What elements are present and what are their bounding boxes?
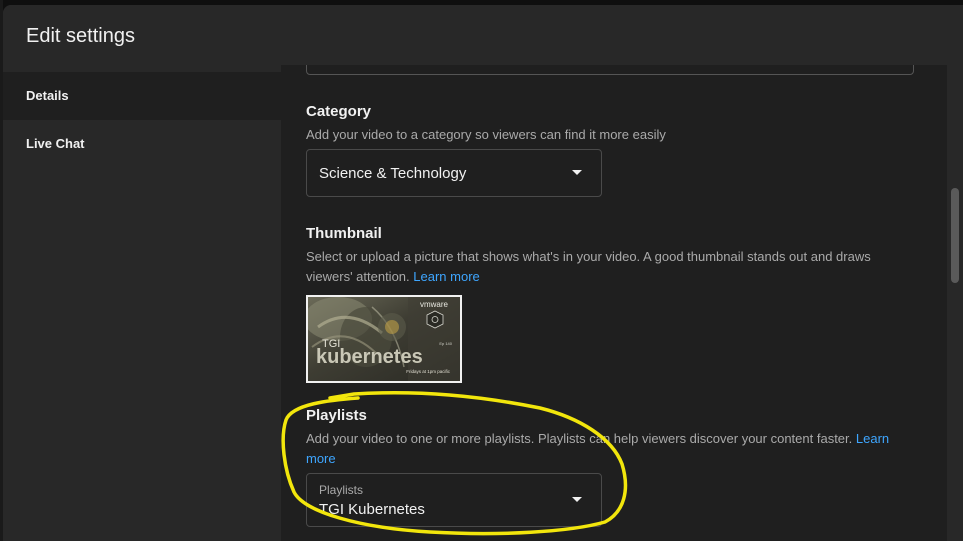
playlists-selected-value: TGI Kubernetes (319, 501, 425, 518)
category-select[interactable]: Science & Technology (306, 149, 602, 197)
scrollbar-thumb[interactable] (951, 188, 959, 283)
edit-settings-dialog: Edit settings Details Live Chat Category… (3, 5, 963, 541)
dialog-header: Edit settings (3, 5, 963, 65)
thumbnail-learn-more-link[interactable]: Learn more (413, 269, 479, 284)
sidebar-item-label: Live Chat (26, 136, 85, 151)
settings-sidebar: Details Live Chat (3, 65, 281, 541)
category-title: Category (306, 103, 372, 120)
content-scrollbar[interactable] (947, 65, 963, 541)
thumbnail-episode-badge: Ep 140 (439, 341, 452, 346)
sidebar-item-details[interactable]: Details (3, 72, 281, 120)
settings-content: Category Add your video to a category so… (281, 65, 947, 541)
thumbnail-footer: Fridays at 1pm pacific (406, 369, 451, 374)
thumbnail-title: Thumbnail (306, 225, 382, 242)
thumbnail-artwork: vmware Ep 140 TGI kubernetes Fridays at … (308, 297, 460, 381)
kubernetes-logo-icon (426, 310, 444, 329)
thumbnail-description-text: Select or upload a picture that shows wh… (306, 249, 871, 284)
sidebar-item-label: Details (26, 88, 69, 103)
screen: Edit settings Details Live Chat Category… (0, 0, 963, 541)
playlists-field-label: Playlists (319, 483, 364, 497)
playlists-description-text: Add your video to one or more playlists.… (306, 431, 853, 446)
thumbnail-description: Select or upload a picture that shows wh… (306, 247, 906, 287)
category-description: Add your video to a category so viewers … (306, 127, 666, 142)
playlists-description: Add your video to one or more playlists.… (306, 429, 896, 469)
playlists-title: Playlists (306, 407, 367, 424)
sidebar-item-live-chat[interactable]: Live Chat (3, 120, 281, 168)
thumbnail-image[interactable]: vmware Ep 140 TGI kubernetes Fridays at … (306, 295, 462, 383)
dialog-title: Edit settings (26, 25, 135, 47)
category-selected-value: Science & Technology (319, 165, 467, 182)
thumbnail-brand-text: vmware (420, 300, 449, 309)
thumbnail-line2: kubernetes (316, 346, 423, 368)
playlists-select[interactable]: Playlists TGI Kubernetes (306, 473, 602, 527)
description-field[interactable] (306, 65, 914, 75)
caret-down-icon (572, 170, 582, 175)
caret-down-icon (572, 497, 582, 502)
